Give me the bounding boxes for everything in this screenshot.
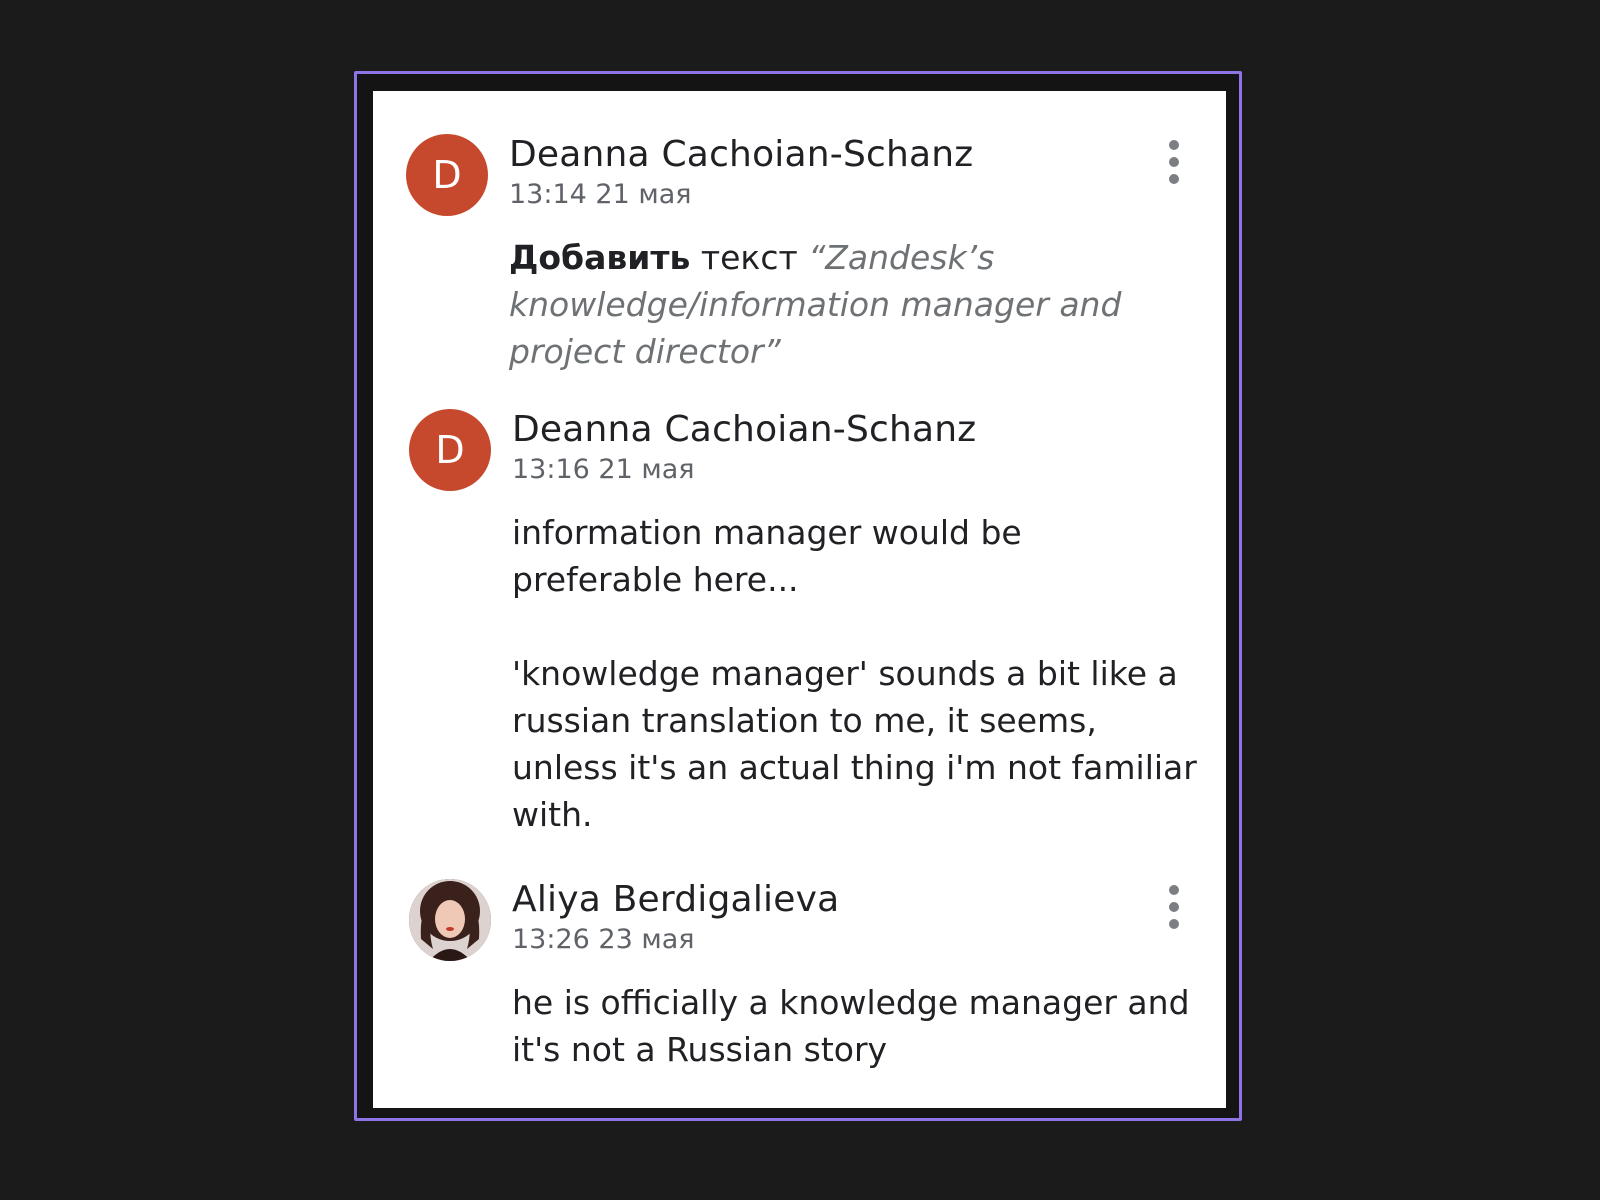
more-vert-icon[interactable] [1162,883,1186,933]
suggestion-noun: текст [700,238,798,277]
comment-paragraph: 'knowledge manager' sounds a bit like a … [512,654,1197,834]
comment-2[interactable]: D Deanna Cachoian-Schanz 13:16 21 мая in… [409,409,1197,839]
author-name: Aliya Berdigalieva [512,879,840,920]
suggestion-text: Добавить текст “Zandesk’s knowledge/info… [509,234,1199,375]
comments-panel: D Deanna Cachoian-Schanz 13:14 21 мая До… [373,91,1226,1108]
author-name: Deanna Cachoian-Schanz [512,409,977,450]
author-name: Deanna Cachoian-Schanz [509,134,974,175]
user-photo-icon [409,879,491,961]
comment-paragraph: he is officially a knowledge manager and… [512,983,1190,1069]
comment-timestamp: 13:14 21 мая [509,179,692,210]
comment-1[interactable]: D Deanna Cachoian-Schanz 13:14 21 мая До… [406,134,1186,374]
comment-paragraph: information manager would be preferable … [512,513,1022,599]
author-avatar-photo [409,879,491,961]
more-vert-icon[interactable] [1162,138,1186,188]
suggestion-verb: Добавить [509,238,691,277]
comment-timestamp: 13:26 23 мая [512,924,695,955]
author-avatar: D [406,134,488,216]
comment-body: he is officially a knowledge manager and… [512,979,1212,1073]
comment-body: information manager would be preferable … [512,509,1202,838]
comment-3[interactable]: Aliya Berdigalieva 13:26 23 мая he is of… [409,879,1190,1079]
author-avatar: D [409,409,491,491]
comment-timestamp: 13:16 21 мая [512,454,695,485]
